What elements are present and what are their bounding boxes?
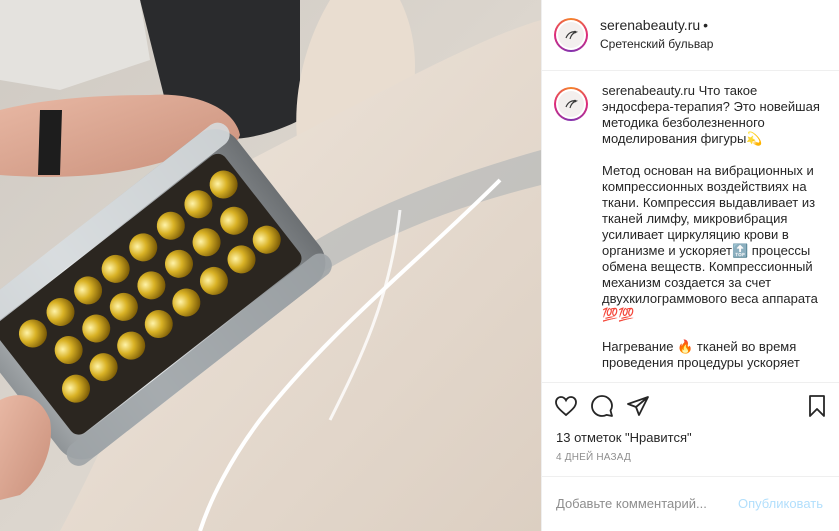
scroll-fade [542, 375, 839, 382]
share-icon[interactable] [626, 394, 650, 418]
add-comment-bar: Опубликовать [542, 475, 839, 531]
comment-icon[interactable] [590, 394, 614, 418]
comment-input[interactable] [556, 496, 738, 512]
post-side-panel: serenabeauty.ru • Сретенский бульвар sere… [541, 0, 839, 531]
publish-button[interactable]: Опубликовать [738, 496, 823, 511]
heart-icon[interactable] [554, 394, 578, 418]
header-separator: • [703, 17, 709, 34]
likes-count[interactable]: 13 отметок "Нравится" [542, 429, 839, 449]
brand-logo-icon [565, 30, 579, 40]
instagram-post: serenabeauty.ru • Сретенский бульвар sere… [0, 0, 839, 531]
post-photo[interactable] [0, 0, 541, 531]
bookmark-icon[interactable] [805, 394, 829, 418]
brand-logo-icon [565, 99, 579, 108]
post-header: serenabeauty.ru • Сретенский бульвар [542, 0, 839, 71]
post-date[interactable]: 4 ДНЕЙ НАЗАД [542, 448, 839, 474]
action-bar [542, 381, 839, 429]
comments-area[interactable]: serenabeauty.ru Что такое эндосфера-тера… [542, 71, 839, 382]
caption-username[interactable]: serenabeauty.ru [602, 83, 695, 98]
header-text: serenabeauty.ru • Сретенский бульвар [600, 17, 713, 52]
endosphere-roller-photo [0, 0, 541, 531]
caption: serenabeauty.ru Что такое эндосфера-тера… [554, 83, 823, 382]
header-location[interactable]: Сретенский бульвар [600, 36, 713, 52]
avatar[interactable] [554, 17, 588, 52]
caption-text: serenabeauty.ru Что такое эндосфера-тера… [602, 83, 822, 382]
caption-line-2: Метод основан на вибрационных и компресс… [602, 162, 818, 322]
header-username[interactable]: serenabeauty.ru [600, 17, 700, 33]
caption-avatar[interactable] [554, 86, 588, 121]
